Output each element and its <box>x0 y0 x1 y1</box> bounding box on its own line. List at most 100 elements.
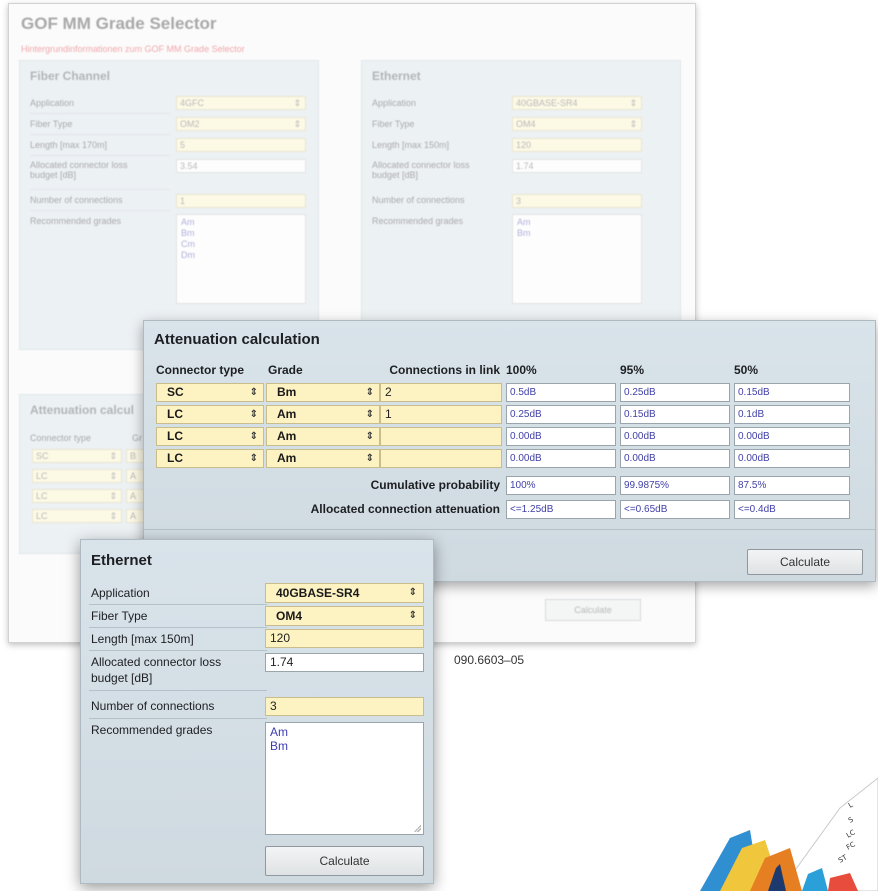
figure-caption: 090.6603–05 <box>454 653 525 667</box>
connector-loss-budget-input[interactable]: 1.74 <box>265 653 424 672</box>
fiber-channel-title: Fiber Channel <box>30 69 111 83</box>
allocated-100-percent: <=1.25dB <box>506 500 616 519</box>
eth-bg-application-label: Application <box>372 98 417 108</box>
cumulative-probability-label: Cumulative probability <box>370 478 500 492</box>
attenuation-bg-connector-header: Connector type <box>30 433 92 443</box>
fc-fiber-type-select[interactable]: OM2 ⇕ <box>176 117 306 131</box>
grade-select[interactable]: Bm ⇕ <box>266 383 380 402</box>
grade-item: Am <box>517 217 531 227</box>
fiber-channel-panel: Fiber Channel Application 4GFC ⇕ Fiber Ty… <box>19 60 319 350</box>
fc-connections-input[interactable]: 1 <box>176 194 306 208</box>
fc-length-label: Length [max 170m] <box>30 140 108 150</box>
result-50-percent: 0.15dB <box>734 383 850 402</box>
connector-type-select[interactable]: LC ⇕ <box>156 449 264 468</box>
number-of-connections-input[interactable]: 3 <box>265 697 424 716</box>
grade-select[interactable]: Am ⇕ <box>266 449 380 468</box>
calculate-button[interactable]: Calculate <box>265 846 424 876</box>
divider <box>89 718 267 719</box>
background-info-link[interactable]: Hintergrundinformationen zum GOF MM Grad… <box>21 44 245 54</box>
updown-arrow-icon: ⇕ <box>249 431 258 442</box>
number-of-connections-label: Number of connections <box>91 699 215 713</box>
bg-connector-select[interactable]: SC ⇕ <box>32 449 122 463</box>
connector-type-select[interactable]: SC ⇕ <box>156 383 264 402</box>
fc-fiber-type-label: Fiber Type <box>30 119 73 129</box>
fc-connections-label: Number of connections <box>30 195 123 205</box>
fc-application-select[interactable]: 4GFC ⇕ <box>176 96 306 110</box>
updown-arrow-icon: ⇕ <box>249 453 258 464</box>
bg-connector-select[interactable]: LC ⇕ <box>32 489 122 503</box>
result-100-percent: 0.00dB <box>506 449 616 468</box>
eth-bg-grades-list[interactable]: Am Bm <box>512 214 642 304</box>
grade-item: Cm <box>181 239 195 249</box>
divider <box>30 155 170 156</box>
result-95-percent: 0.15dB <box>620 405 730 424</box>
connector-type-select[interactable]: LC ⇕ <box>156 405 264 424</box>
result-95-percent: 0.25dB <box>620 383 730 402</box>
length-label: Length [max 150m] <box>91 632 194 646</box>
length-input[interactable]: 120 <box>265 629 424 648</box>
eth-bg-length-label: Length [max 150m] <box>372 140 450 150</box>
ethernet-panel-background: Ethernet Application 40GBASE-SR4 ⇕ Fiber … <box>361 60 681 350</box>
fiber-type-select[interactable]: OM4 ⇕ <box>265 606 424 626</box>
grade-item: Am <box>181 217 195 227</box>
header-50-percent: 50% <box>734 363 759 377</box>
bg-connector-select[interactable]: LC ⇕ <box>32 509 122 523</box>
eth-bg-fiber-type-label: Fiber Type <box>372 119 415 129</box>
header-95-percent: 95% <box>620 363 645 377</box>
updown-arrow-icon: ⇕ <box>293 98 301 108</box>
grade-select[interactable]: Am ⇕ <box>266 405 380 424</box>
fiber-type-label: Fiber Type <box>91 609 148 623</box>
eth-bg-connections-input[interactable]: 3 <box>512 194 642 208</box>
connections-in-link-input[interactable]: 2 <box>380 383 502 402</box>
eth-bg-fiber-type-select[interactable]: OM4 ⇕ <box>512 117 642 131</box>
bg-calculate-button[interactable]: Calculate <box>545 599 641 621</box>
updown-arrow-icon: ⇕ <box>293 119 301 129</box>
bg-connector-select[interactable]: LC ⇕ <box>32 469 122 483</box>
calculate-attenuation-button[interactable]: Calculate <box>747 549 863 575</box>
updown-arrow-icon: ⇕ <box>109 491 117 501</box>
eth-bg-application-select[interactable]: 40GBASE-SR4 ⇕ <box>512 96 642 110</box>
fc-length-input[interactable]: 5 <box>176 138 306 152</box>
result-50-percent: 0.1dB <box>734 405 850 424</box>
recommended-grades-list[interactable]: Am Bm <box>265 722 424 835</box>
divider <box>30 189 170 190</box>
recommended-grades-label: Recommended grades <box>91 723 213 737</box>
application-select[interactable]: 40GBASE-SR4 ⇕ <box>265 583 424 603</box>
ethernet-window: Ethernet Application 40GBASE-SR4 ⇕ Fiber … <box>80 539 434 884</box>
eth-bg-length-input[interactable]: 120 <box>512 138 642 152</box>
divider <box>89 627 267 628</box>
header-connections-in-link: Connections in link <box>389 363 500 377</box>
connections-in-link-input[interactable] <box>380 427 502 446</box>
resize-grip-icon[interactable] <box>414 825 421 832</box>
updown-arrow-icon: ⇕ <box>249 387 258 398</box>
eth-bg-budget-input[interactable]: 1.74 <box>512 159 642 173</box>
grade-item: Bm <box>181 228 195 238</box>
grade-item: Am <box>270 725 288 739</box>
cumulative-95-percent: 99.9875% <box>620 476 730 495</box>
divider <box>30 113 170 114</box>
connections-in-link-input[interactable] <box>380 449 502 468</box>
attenuation-bg-title: Attenuation calcul <box>30 403 135 417</box>
connector-loss-budget-label: Allocated connector loss budget [dB] <box>91 655 222 685</box>
cumulative-100-percent: 100% <box>506 476 616 495</box>
ethernet-title: Ethernet <box>372 69 421 83</box>
result-50-percent: 0.00dB <box>734 449 850 468</box>
divider <box>89 604 267 605</box>
fc-budget-input[interactable]: 3.54 <box>176 159 306 173</box>
cumulative-50-percent: 87.5% <box>734 476 850 495</box>
result-100-percent: 0.25dB <box>506 405 616 424</box>
fc-grades-list[interactable]: Am Bm Cm Dm <box>176 214 306 304</box>
cable-package-image: L S LC FC ST <box>690 768 878 891</box>
divider <box>89 650 267 651</box>
allocated-connection-attenuation-label: Allocated connection attenuation <box>310 502 500 516</box>
result-100-percent: 0.5dB <box>506 383 616 402</box>
divider <box>144 529 875 530</box>
application-label: Application <box>91 586 150 600</box>
connections-in-link-input[interactable]: 1 <box>380 405 502 424</box>
header-connector-type: Connector type <box>156 363 245 377</box>
grade-select[interactable]: Am ⇕ <box>266 427 380 446</box>
updown-arrow-icon: ⇕ <box>365 387 374 398</box>
updown-arrow-icon: ⇕ <box>109 451 117 461</box>
connector-type-select[interactable]: LC ⇕ <box>156 427 264 446</box>
result-95-percent: 0.00dB <box>620 449 730 468</box>
